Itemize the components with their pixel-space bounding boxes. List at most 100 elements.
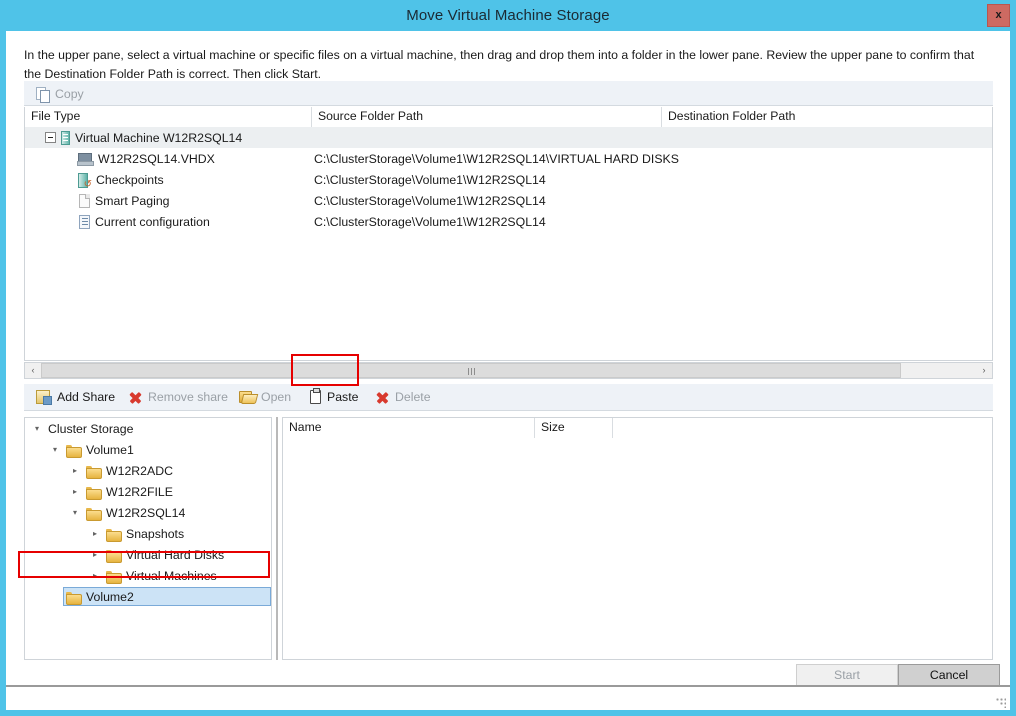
table-row[interactable]: Current configuration C:\ClusterStorage\… xyxy=(25,211,992,232)
copy-toolbar: Copy xyxy=(24,81,993,106)
expander-icon[interactable] xyxy=(45,132,56,143)
resize-grip-icon[interactable] xyxy=(996,698,1006,708)
tree-item-label: Snapshots xyxy=(126,526,185,541)
remove-share-button[interactable]: Remove share xyxy=(122,384,234,409)
add-share-icon xyxy=(36,389,52,405)
folder-icon xyxy=(66,444,82,458)
column-header-file-type[interactable]: File Type xyxy=(25,107,312,127)
tree-item-w12r2adc[interactable]: ▸ W12R2ADC xyxy=(25,460,271,481)
folder-icon xyxy=(66,591,82,605)
row-label: Current configuration xyxy=(95,214,210,229)
smart-paging-icon xyxy=(79,193,90,208)
folder-icon xyxy=(86,465,102,479)
copy-button-label: Copy xyxy=(55,86,84,101)
chevron-right-icon[interactable]: ▸ xyxy=(67,460,83,481)
tree-item-snapshots[interactable]: ▸ Snapshots xyxy=(25,523,271,544)
folder-icon xyxy=(106,570,122,584)
table-row[interactable]: Smart Paging C:\ClusterStorage\Volume1\W… xyxy=(25,190,992,211)
delete-icon xyxy=(375,390,389,404)
file-list-view: File Type Source Folder Path Destination… xyxy=(24,107,993,361)
horizontal-scrollbar[interactable]: ‹ › xyxy=(24,362,993,379)
window-title: Move Virtual Machine Storage xyxy=(406,7,610,24)
start-button[interactable]: Start xyxy=(796,664,898,687)
remove-share-icon xyxy=(128,390,142,404)
open-folder-icon xyxy=(239,390,255,403)
scroll-right-icon[interactable]: › xyxy=(976,363,992,378)
chevron-right-icon[interactable]: ▸ xyxy=(67,481,83,502)
paste-button[interactable]: Paste xyxy=(304,384,364,409)
chevron-down-icon[interactable]: ▾ xyxy=(29,418,45,439)
folder-icon xyxy=(106,549,122,563)
paste-icon xyxy=(310,387,321,404)
close-icon[interactable]: x xyxy=(987,4,1010,27)
tree-item-label: Virtual Hard Disks xyxy=(126,547,225,562)
move-vm-storage-dialog: Move Virtual Machine Storage x In the up… xyxy=(0,0,1016,716)
chevron-right-icon[interactable]: ▸ xyxy=(87,565,103,586)
delete-label: Delete xyxy=(395,389,431,404)
column-header-name[interactable]: Name xyxy=(283,418,535,438)
instructions-text: In the upper pane, select a virtual mach… xyxy=(24,48,975,81)
checkpoints-icon xyxy=(77,172,92,190)
row-source-path: C:\ClusterStorage\Volume1\W12R2SQL14 xyxy=(314,193,546,208)
tree-item-cluster-storage[interactable]: ▾ Cluster Storage xyxy=(25,418,271,439)
tree-item-label: W12R2ADC xyxy=(106,463,173,478)
tree-item-virtual-hard-disks[interactable]: ▸ Virtual Hard Disks xyxy=(25,544,271,565)
table-row[interactable]: Checkpoints C:\ClusterStorage\Volume1\W1… xyxy=(25,169,992,190)
table-row[interactable]: Virtual Machine W12R2SQL14 xyxy=(25,127,992,148)
row-label: W12R2SQL14.VHDX xyxy=(98,151,215,166)
folder-icon xyxy=(86,486,102,500)
row-source-path: C:\ClusterStorage\Volume1\W12R2SQL14\VIR… xyxy=(314,151,679,166)
folder-icon xyxy=(106,528,122,542)
folder-contents-pane[interactable]: Name Size xyxy=(282,417,993,660)
tree-item-label: Volume1 xyxy=(86,442,134,457)
chevron-right-icon[interactable]: ▸ xyxy=(87,544,103,565)
tree-item-label: W12R2FILE xyxy=(106,484,173,499)
row-label: Checkpoints xyxy=(96,172,164,187)
column-header-size[interactable]: Size xyxy=(535,418,613,438)
cancel-button[interactable]: Cancel xyxy=(898,664,1000,687)
chevron-down-icon[interactable]: ▾ xyxy=(67,502,83,523)
table-row[interactable]: W12R2SQL14.VHDX C:\ClusterStorage\Volume… xyxy=(25,148,992,169)
delete-button[interactable]: Delete xyxy=(369,384,437,409)
tree-item-label: W12R2SQL14 xyxy=(106,505,186,520)
tree-item-label: Virtual Machines xyxy=(126,568,217,583)
row-label: Smart Paging xyxy=(95,193,170,208)
chevron-down-icon[interactable]: ▾ xyxy=(47,439,63,460)
folder-icon xyxy=(86,507,102,521)
chevron-right-icon[interactable]: ▸ xyxy=(87,523,103,544)
scrollbar-thumb[interactable] xyxy=(41,363,902,378)
vhdx-disk-icon xyxy=(77,152,94,166)
copy-icon xyxy=(36,86,50,103)
column-header-destination-folder-path[interactable]: Destination Folder Path xyxy=(662,107,992,127)
share-toolbar: Add Share Remove share Open Paste Delete xyxy=(24,384,993,411)
folder-contents-header: Name Size xyxy=(283,418,992,438)
tree-item-virtual-machines[interactable]: ▸ Virtual Machines xyxy=(25,565,271,586)
configuration-icon xyxy=(79,214,90,229)
tree-item-volume2[interactable]: ▸ Volume2 xyxy=(25,586,271,607)
tree-item-volume1[interactable]: ▾ Volume1 xyxy=(25,439,271,460)
dialog-client-area: In the upper pane, select a virtual mach… xyxy=(6,31,1010,687)
folder-tree-pane[interactable]: ▾ Cluster Storage ▾ Volume1 ▸ W12R2ADC ▸… xyxy=(24,417,272,660)
title-bar: Move Virtual Machine Storage x xyxy=(0,0,1016,31)
scroll-left-icon[interactable]: ‹ xyxy=(25,363,41,378)
add-share-button[interactable]: Add Share xyxy=(30,384,121,409)
copy-button[interactable]: Copy xyxy=(30,81,90,106)
tree-item-label: Volume2 xyxy=(86,589,134,604)
file-list-header: File Type Source Folder Path Destination… xyxy=(25,107,992,127)
scrollbar-track[interactable] xyxy=(41,363,976,378)
open-label: Open xyxy=(261,389,292,404)
add-share-label: Add Share xyxy=(57,389,116,404)
row-source-path: C:\ClusterStorage\Volume1\W12R2SQL14 xyxy=(314,214,546,229)
remove-share-label: Remove share xyxy=(148,389,228,404)
tree-item-w12r2sql14[interactable]: ▾ W12R2SQL14 xyxy=(25,502,271,523)
row-label: Virtual Machine W12R2SQL14 xyxy=(75,130,243,145)
paste-label: Paste xyxy=(327,389,359,404)
pane-splitter[interactable] xyxy=(272,417,282,660)
tree-spacer: ▸ xyxy=(47,586,63,607)
tree-item-w12r2file[interactable]: ▸ W12R2FILE xyxy=(25,481,271,502)
column-header-spacer[interactable] xyxy=(613,418,992,438)
tree-item-label: Cluster Storage xyxy=(48,421,134,436)
column-header-source-folder-path[interactable]: Source Folder Path xyxy=(312,107,662,127)
open-button[interactable]: Open xyxy=(233,384,297,409)
status-bar xyxy=(6,685,1010,710)
